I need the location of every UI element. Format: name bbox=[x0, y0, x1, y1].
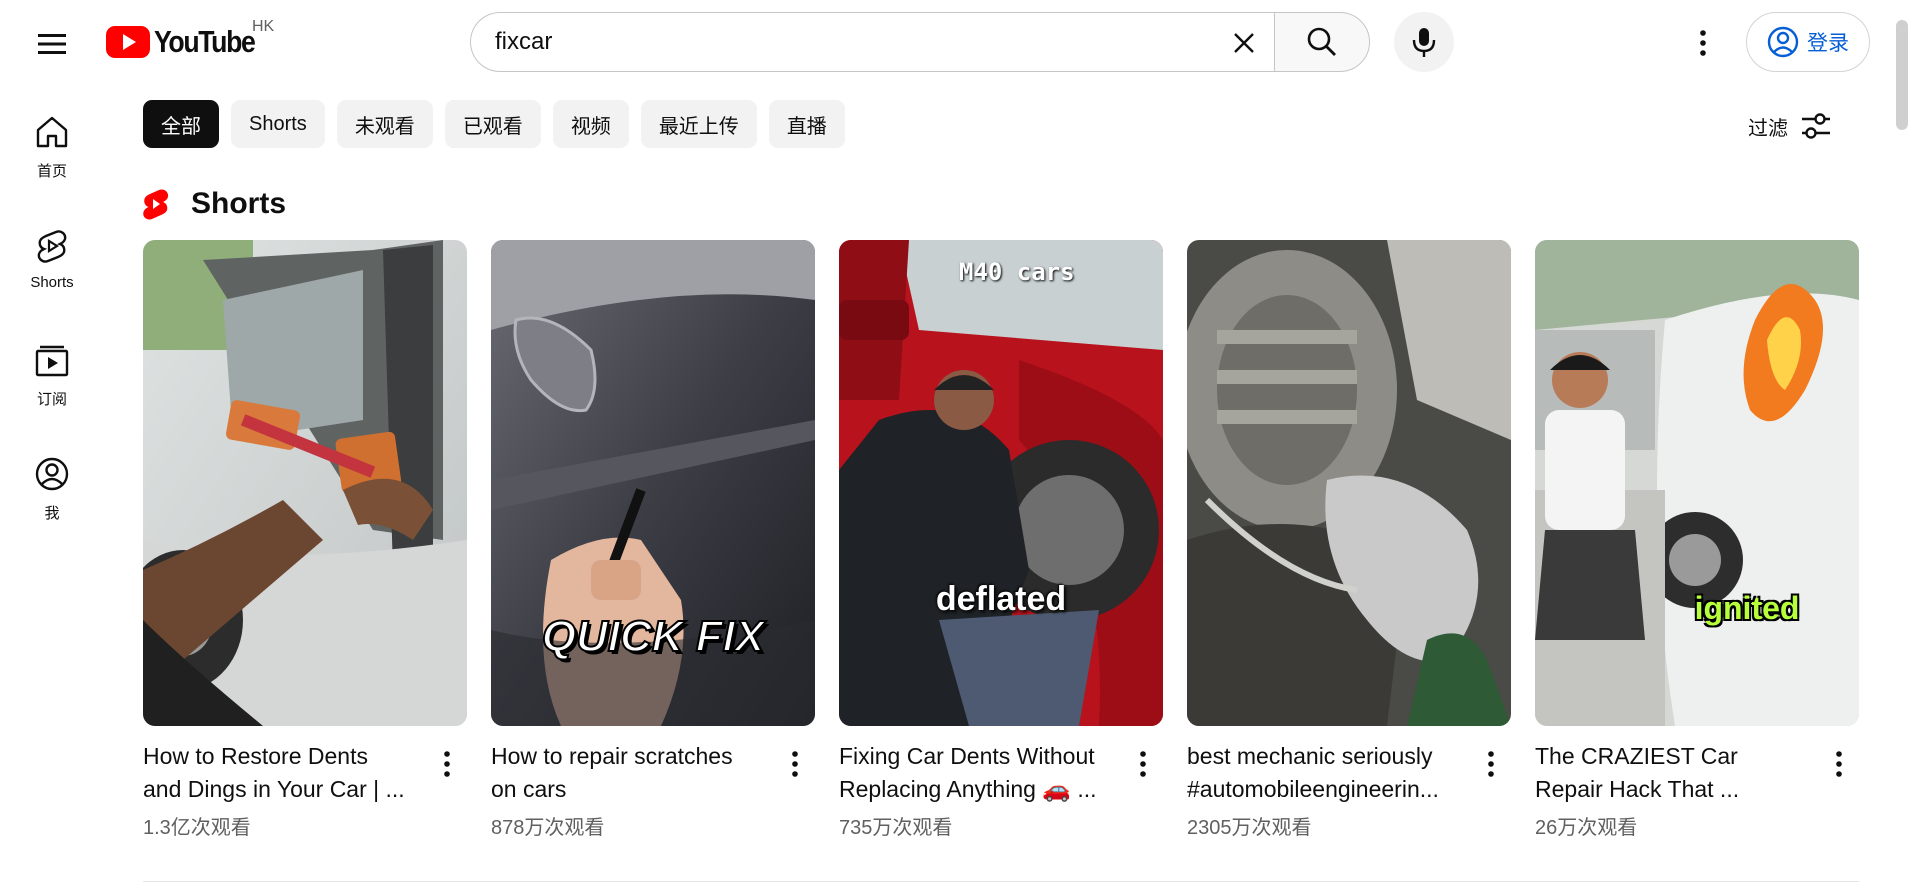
view-count: 735万次观看 bbox=[839, 817, 953, 839]
shorts-card[interactable]: best mechanic seriously #automobileengin… bbox=[1187, 240, 1511, 840]
shorts-menu-button[interactable] bbox=[1471, 740, 1511, 788]
sidebar-item-subscriptions[interactable]: 订阅 bbox=[0, 324, 104, 438]
sign-in-button[interactable]: 登录 bbox=[1746, 12, 1870, 72]
voice-search-button[interactable] bbox=[1394, 12, 1454, 72]
sidebar-item-home[interactable]: 首页 bbox=[0, 96, 104, 210]
title-line: Repair Hack That ... bbox=[1535, 776, 1740, 802]
youtube-play-icon bbox=[106, 26, 150, 58]
search-button[interactable] bbox=[1274, 12, 1370, 72]
sidebar-item-label: 我 bbox=[44, 505, 60, 522]
search-icon bbox=[1307, 27, 1336, 56]
sidebar-item-shorts[interactable]: Shorts bbox=[0, 210, 104, 324]
view-count: 1.3亿次观看 bbox=[143, 817, 251, 839]
shelf-title: Shorts bbox=[191, 187, 287, 220]
title-line: Replacing Anything 🚗 ... bbox=[839, 776, 1097, 802]
more-vertical-icon bbox=[1700, 30, 1706, 56]
shorts-title[interactable]: Fixing Car Dents Without Replacing Anyth… bbox=[839, 740, 1119, 806]
more-vertical-icon bbox=[444, 751, 450, 777]
hamburger-icon bbox=[38, 34, 66, 54]
sidebar-item-label: 首页 bbox=[36, 163, 67, 180]
close-icon bbox=[1234, 33, 1254, 53]
filter-chips: 全部 Shorts 未观看 已观看 视频 最近上传 直播 bbox=[143, 100, 845, 148]
clear-search-button[interactable] bbox=[1222, 21, 1266, 65]
chip-all[interactable]: 全部 bbox=[143, 100, 219, 148]
more-vertical-icon bbox=[1140, 751, 1146, 777]
thumbnail-image bbox=[1187, 240, 1511, 726]
shorts-thumbnail[interactable]: ignited bbox=[1535, 240, 1859, 726]
sidebar-item-label: 订阅 bbox=[36, 391, 67, 408]
shorts-logo-icon bbox=[143, 189, 169, 220]
title-line: best mechanic seriously bbox=[1187, 743, 1433, 769]
shorts-thumbnail[interactable]: M40 cars deflated bbox=[839, 240, 1163, 726]
thumbnail-image bbox=[839, 240, 1163, 726]
shorts-card[interactable]: ignited The CRAZIEST Car Repair Hack Tha… bbox=[1535, 240, 1859, 840]
shorts-card[interactable]: QUICK FIX How to repair scratches on car… bbox=[491, 240, 815, 840]
shorts-menu-button[interactable] bbox=[1123, 740, 1163, 788]
thumbnail-caption: ignited bbox=[1694, 590, 1800, 626]
shorts-card[interactable]: How to Restore Dents and Dings in Your C… bbox=[143, 240, 467, 840]
view-count: 2305万次观看 bbox=[1187, 817, 1312, 839]
tune-icon bbox=[1802, 113, 1830, 139]
title-line: How to repair scratches bbox=[491, 743, 733, 769]
title-line: and Dings in Your Car | ... bbox=[143, 776, 405, 802]
chip-recently-uploaded[interactable]: 最近上传 bbox=[640, 100, 757, 148]
youtube-logo[interactable]: YouTube bbox=[106, 24, 271, 60]
account-circle-icon bbox=[1767, 26, 1799, 58]
thumbnail-caption-top: M40 cars bbox=[959, 258, 1075, 286]
chip-shorts[interactable]: Shorts bbox=[231, 100, 325, 148]
guide-menu-button[interactable] bbox=[30, 22, 74, 66]
title-line: on cars bbox=[491, 776, 567, 802]
microphone-icon bbox=[1412, 28, 1436, 57]
shorts-card[interactable]: M40 cars deflated Fixing Car Dents Witho… bbox=[839, 240, 1163, 840]
section-divider bbox=[143, 881, 1859, 882]
shorts-title[interactable]: How to Restore Dents and Dings in Your C… bbox=[143, 740, 423, 806]
sidebar-item-you[interactable]: 我 bbox=[0, 438, 104, 552]
shorts-shelf-header: Shorts bbox=[143, 182, 286, 226]
filter-label: 过滤 bbox=[1748, 117, 1788, 140]
title-line: How to Restore Dents bbox=[143, 743, 368, 769]
region-code: HK bbox=[252, 18, 275, 35]
home-icon bbox=[36, 116, 68, 148]
mini-guide: 首页 Shorts 订阅 我 bbox=[0, 96, 104, 552]
title-line: The CRAZIEST Car bbox=[1535, 743, 1738, 769]
masthead: YouTube HK fixcar 登录 bbox=[0, 0, 1908, 86]
page-scrollbar[interactable] bbox=[1896, 20, 1908, 130]
shorts-shelf: How to Restore Dents and Dings in Your C… bbox=[143, 240, 1859, 840]
shorts-thumbnail[interactable]: QUICK FIX bbox=[491, 240, 815, 726]
chip-live[interactable]: 直播 bbox=[768, 100, 845, 148]
shorts-title[interactable]: The CRAZIEST Car Repair Hack That ... bbox=[1535, 740, 1815, 806]
thumbnail-image bbox=[143, 240, 467, 726]
shorts-thumbnail[interactable] bbox=[1187, 240, 1511, 726]
search-query[interactable]: fixcar bbox=[495, 28, 1276, 56]
chip-videos[interactable]: 视频 bbox=[552, 100, 629, 148]
view-count: 26万次观看 bbox=[1535, 817, 1638, 839]
title-line: #automobileengineerin... bbox=[1187, 776, 1439, 802]
thumbnail-image bbox=[1535, 240, 1859, 726]
title-line: Fixing Car Dents Without bbox=[839, 743, 1095, 769]
thumbnail-caption: deflated bbox=[935, 580, 1067, 618]
view-count: 878万次观看 bbox=[491, 817, 605, 839]
shorts-thumbnail[interactable] bbox=[143, 240, 467, 726]
shorts-menu-button[interactable] bbox=[1819, 740, 1859, 788]
settings-menu-button[interactable] bbox=[1680, 20, 1726, 66]
sidebar-item-label: Shorts bbox=[30, 274, 74, 291]
chip-watched[interactable]: 已观看 bbox=[444, 100, 541, 148]
more-vertical-icon bbox=[1836, 751, 1842, 777]
thumbnail-caption: QUICK FIX bbox=[541, 611, 765, 662]
sign-in-label: 登录 bbox=[1807, 32, 1849, 55]
logo-wordmark: YouTube bbox=[154, 24, 256, 59]
chip-unwatched[interactable]: 未观看 bbox=[336, 100, 433, 148]
shorts-menu-button[interactable] bbox=[427, 740, 467, 788]
shorts-icon bbox=[37, 230, 67, 263]
shorts-menu-button[interactable] bbox=[775, 740, 815, 788]
shorts-title[interactable]: best mechanic seriously #automobileengin… bbox=[1187, 740, 1467, 806]
search-filters-button[interactable]: 过滤 bbox=[1748, 104, 1832, 148]
account-icon bbox=[35, 457, 69, 491]
more-vertical-icon bbox=[1488, 751, 1494, 777]
more-vertical-icon bbox=[792, 751, 798, 777]
subscriptions-icon bbox=[35, 345, 69, 377]
search-input[interactable]: fixcar bbox=[470, 12, 1276, 72]
shorts-title[interactable]: How to repair scratches on cars bbox=[491, 740, 771, 806]
